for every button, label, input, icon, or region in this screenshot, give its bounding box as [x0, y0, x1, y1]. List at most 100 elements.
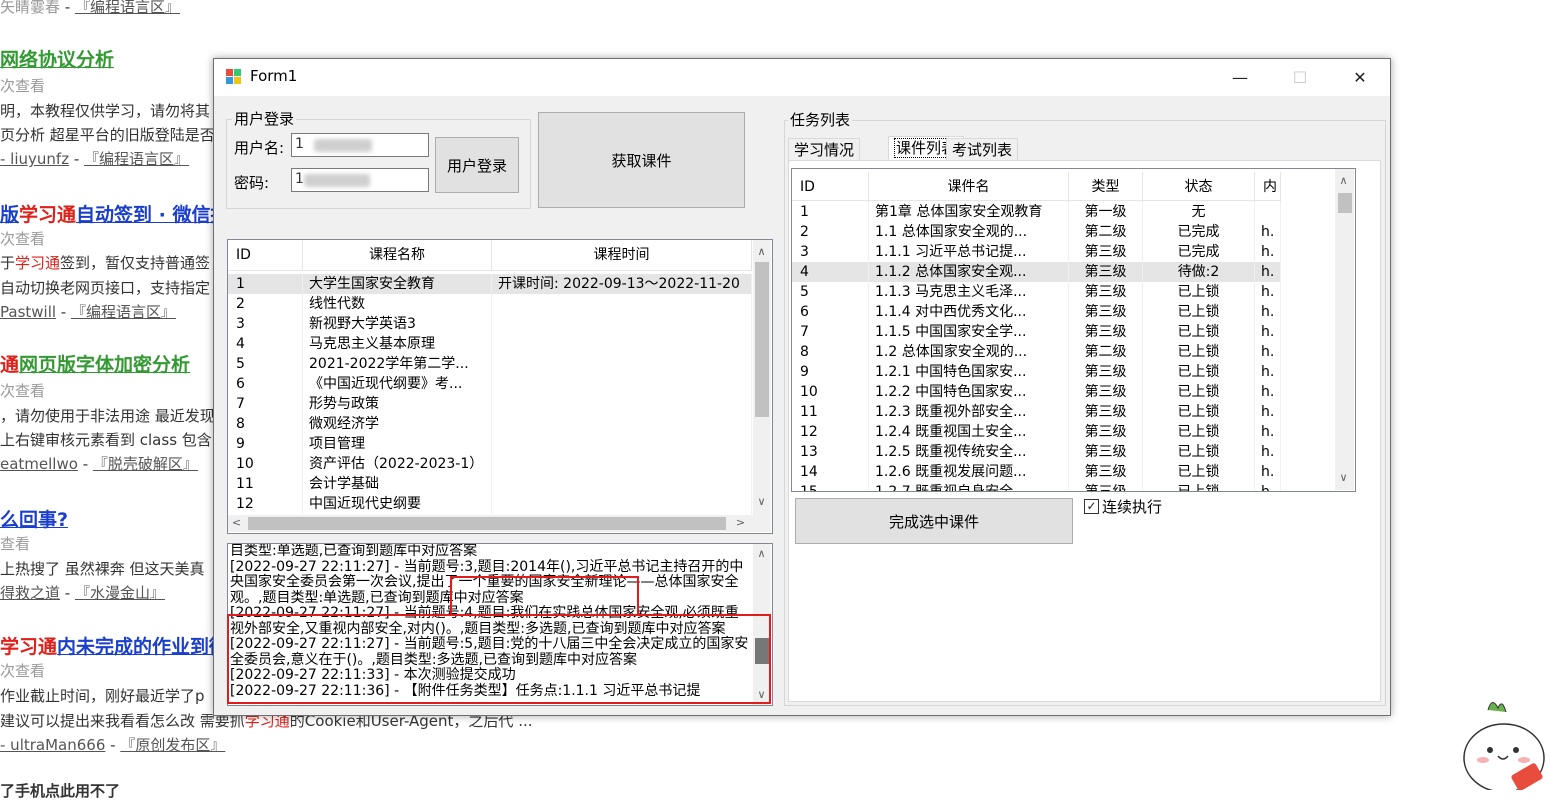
- background-text[interactable]: - ultraMan666: [0, 736, 105, 754]
- scroll-right-icon[interactable]: >: [732, 516, 749, 529]
- column-header[interactable]: 课件名: [869, 172, 1069, 202]
- scroll-up-icon[interactable]: ∧: [753, 547, 770, 560]
- table-row[interactable]: 2 线性代数: [228, 294, 752, 314]
- table-row[interactable]: 1 大学生国家安全教育 开课时间: 2022-09-13～2022-11-20: [228, 274, 752, 294]
- background-text[interactable]: 版: [0, 204, 19, 226]
- background-text[interactable]: 网页版字体加密分析: [19, 354, 190, 376]
- table-cell: 微观经济学: [303, 414, 492, 434]
- table-row[interactable]: 2 1.1 总体国家安全观的... 第二级 已完成 h.: [792, 222, 1281, 242]
- course-vertical-scrollbar[interactable]: ∧ ∨: [753, 240, 771, 515]
- column-header[interactable]: ID: [228, 240, 303, 270]
- column-header[interactable]: 内: [1255, 172, 1281, 202]
- table-row[interactable]: 3 1.1.1 习近平总书记提... 第三级 已完成 h.: [792, 242, 1281, 262]
- table-cell: 第二级: [1069, 222, 1143, 242]
- background-text[interactable]: 『水漫金山』: [75, 584, 165, 602]
- table-row[interactable]: 10 资产评估（2022-2023-1）: [228, 454, 752, 474]
- scroll-thumb[interactable]: [755, 262, 769, 417]
- table-row[interactable]: 12 中国近现代史纲要: [228, 494, 752, 514]
- login-button[interactable]: 用户登录: [435, 137, 519, 193]
- table-row[interactable]: 7 形势与政策: [228, 394, 752, 414]
- get-courses-button[interactable]: 获取课件: [538, 112, 745, 208]
- table-cell: 第三级: [1069, 402, 1143, 422]
- table-row[interactable]: 9 1.2.1 中国特色国家安... 第三级 已上锁 h.: [792, 362, 1281, 382]
- background-text[interactable]: 自动签到 · 微信推: [76, 204, 229, 226]
- column-header[interactable]: 状态: [1143, 172, 1255, 202]
- background-text[interactable]: 内未完成的作业到微: [57, 636, 228, 658]
- scroll-thumb[interactable]: [248, 517, 726, 530]
- background-line: 查看: [0, 533, 30, 554]
- table-row[interactable]: 9 项目管理: [228, 434, 752, 454]
- table-row[interactable]: 14 1.2.6 既重视发展问题... 第三级 已上锁 h.: [792, 462, 1281, 482]
- table-cell: h.: [1255, 482, 1281, 491]
- course-table[interactable]: ID 课程名称 课程时间 1 大学生国家安全教育 开课时间: 2022-09-13～20…: [227, 239, 773, 534]
- table-row[interactable]: 15 1.2.7 既重视自身安全... 第三级 已上锁 h.: [792, 482, 1281, 491]
- table-row[interactable]: 8 微观经济学: [228, 414, 752, 434]
- username-input[interactable]: 1: [291, 133, 429, 157]
- table-cell: 第三级: [1069, 362, 1143, 382]
- table-row[interactable]: 11 会计学基础: [228, 474, 752, 494]
- background-text[interactable]: 『编程语言区』: [84, 150, 189, 168]
- table-row[interactable]: 6 1.1.4 对中西优秀文化... 第三级 已上锁 h.: [792, 302, 1281, 322]
- table-cell: h.: [1255, 242, 1281, 262]
- tab-study-status[interactable]: 学习情况: [788, 138, 861, 162]
- password-input[interactable]: 1: [291, 168, 429, 192]
- table-row[interactable]: 8 1.2 总体国家安全观的... 第二级 已上锁 h.: [792, 342, 1281, 362]
- table-cell: h.: [1255, 282, 1281, 302]
- table-cell: 已上锁: [1143, 442, 1255, 462]
- scroll-down-icon[interactable]: ∨: [1335, 471, 1352, 484]
- background-line: 上右键审核元素看到 class 包含: [0, 429, 212, 450]
- table-row[interactable]: 3 新视野大学英语3: [228, 314, 752, 334]
- tab-label: 考试列表: [952, 141, 1013, 159]
- task-vertical-scrollbar[interactable]: ∧ ∨: [1335, 169, 1354, 490]
- scroll-up-icon[interactable]: ∧: [1335, 174, 1352, 187]
- task-table[interactable]: ID 课件名 类型 状态内 1 第1章 总体国家安全观教育 第一级无 2 1.1 总体国家安全…: [791, 168, 1356, 492]
- table-cell: 5: [792, 282, 869, 302]
- table-row[interactable]: 10 1.2.2 中国特色国家安... 第三级 已上锁 h.: [792, 382, 1281, 402]
- column-header[interactable]: 课程时间: [492, 240, 752, 270]
- table-row[interactable]: 7 1.1.5 中国国家安全学... 第三级 已上锁 h.: [792, 322, 1281, 342]
- background-text[interactable]: 么回事?: [0, 509, 68, 531]
- scroll-down-icon[interactable]: ∨: [753, 495, 770, 508]
- table-row[interactable]: 1 第1章 总体国家安全观教育 第一级无: [792, 202, 1281, 222]
- table-row[interactable]: 5 2021-2022学年第二学...: [228, 354, 752, 374]
- scroll-thumb[interactable]: [1338, 193, 1352, 213]
- scroll-left-icon[interactable]: <: [228, 516, 245, 529]
- scroll-up-icon[interactable]: ∧: [753, 245, 770, 258]
- app-icon: [225, 68, 243, 85]
- complete-selected-button[interactable]: 完成选中课件: [795, 498, 1073, 544]
- minimize-button[interactable]: —: [1211, 59, 1269, 96]
- table-cell: [492, 294, 752, 314]
- background-text[interactable]: 『编程语言区』: [71, 303, 176, 321]
- table-row[interactable]: 12 1.2.4 既重视国土安全... 第三级 已上锁 h.: [792, 422, 1281, 442]
- background-text[interactable]: eatmellwo: [0, 455, 78, 473]
- table-cell: 8: [792, 342, 869, 362]
- tab-exam-list[interactable]: 考试列表: [946, 138, 1019, 162]
- column-header[interactable]: 类型: [1069, 172, 1143, 202]
- course-horizontal-scrollbar[interactable]: < >: [228, 515, 771, 532]
- table-row[interactable]: 6 《中国近现代纲要》考...: [228, 374, 752, 394]
- background-text[interactable]: 『原创发布区』: [120, 736, 225, 754]
- column-header[interactable]: ID: [792, 172, 869, 202]
- column-header[interactable]: 课程名称: [303, 240, 492, 270]
- table-row[interactable]: 11 1.2.3 既重视外部安全... 第三级 已上锁 h.: [792, 402, 1281, 422]
- table-cell: 1.1.1 习近平总书记提...: [869, 242, 1069, 262]
- table-row[interactable]: 13 1.2.5 既重视传统安全... 第三级 已上锁 h.: [792, 442, 1281, 462]
- background-text[interactable]: 『脱壳破解区』: [93, 455, 198, 473]
- background-text: 次查看: [0, 77, 46, 95]
- table-cell: 12: [228, 494, 303, 514]
- background-text[interactable]: Pastwill: [0, 303, 56, 321]
- table-cell: 6: [228, 374, 303, 394]
- table-row[interactable]: 4 马克思主义基本原理: [228, 334, 752, 354]
- background-text[interactable]: 网络协议分析: [0, 49, 114, 71]
- close-button[interactable]: ✕: [1331, 59, 1389, 96]
- background-text[interactable]: 『编程语言区』: [75, 0, 180, 16]
- maximize-button[interactable]: ☐: [1271, 59, 1329, 96]
- background-text[interactable]: - liuyunfz: [0, 150, 69, 168]
- table-row[interactable]: 4 1.1.2 总体国家安全观... 第三级 待做:2 h.: [792, 262, 1281, 282]
- background-text[interactable]: 得救之道: [0, 584, 60, 602]
- redaction-blur: [304, 174, 370, 187]
- title-bar[interactable]: Form1 — ☐ ✕: [214, 59, 1390, 96]
- continuous-checkbox[interactable]: ✓: [1084, 499, 1099, 514]
- table-row[interactable]: 5 1.1.3 马克思主义毛泽... 第三级 已上锁 h.: [792, 282, 1281, 302]
- window-title: Form1: [250, 67, 298, 85]
